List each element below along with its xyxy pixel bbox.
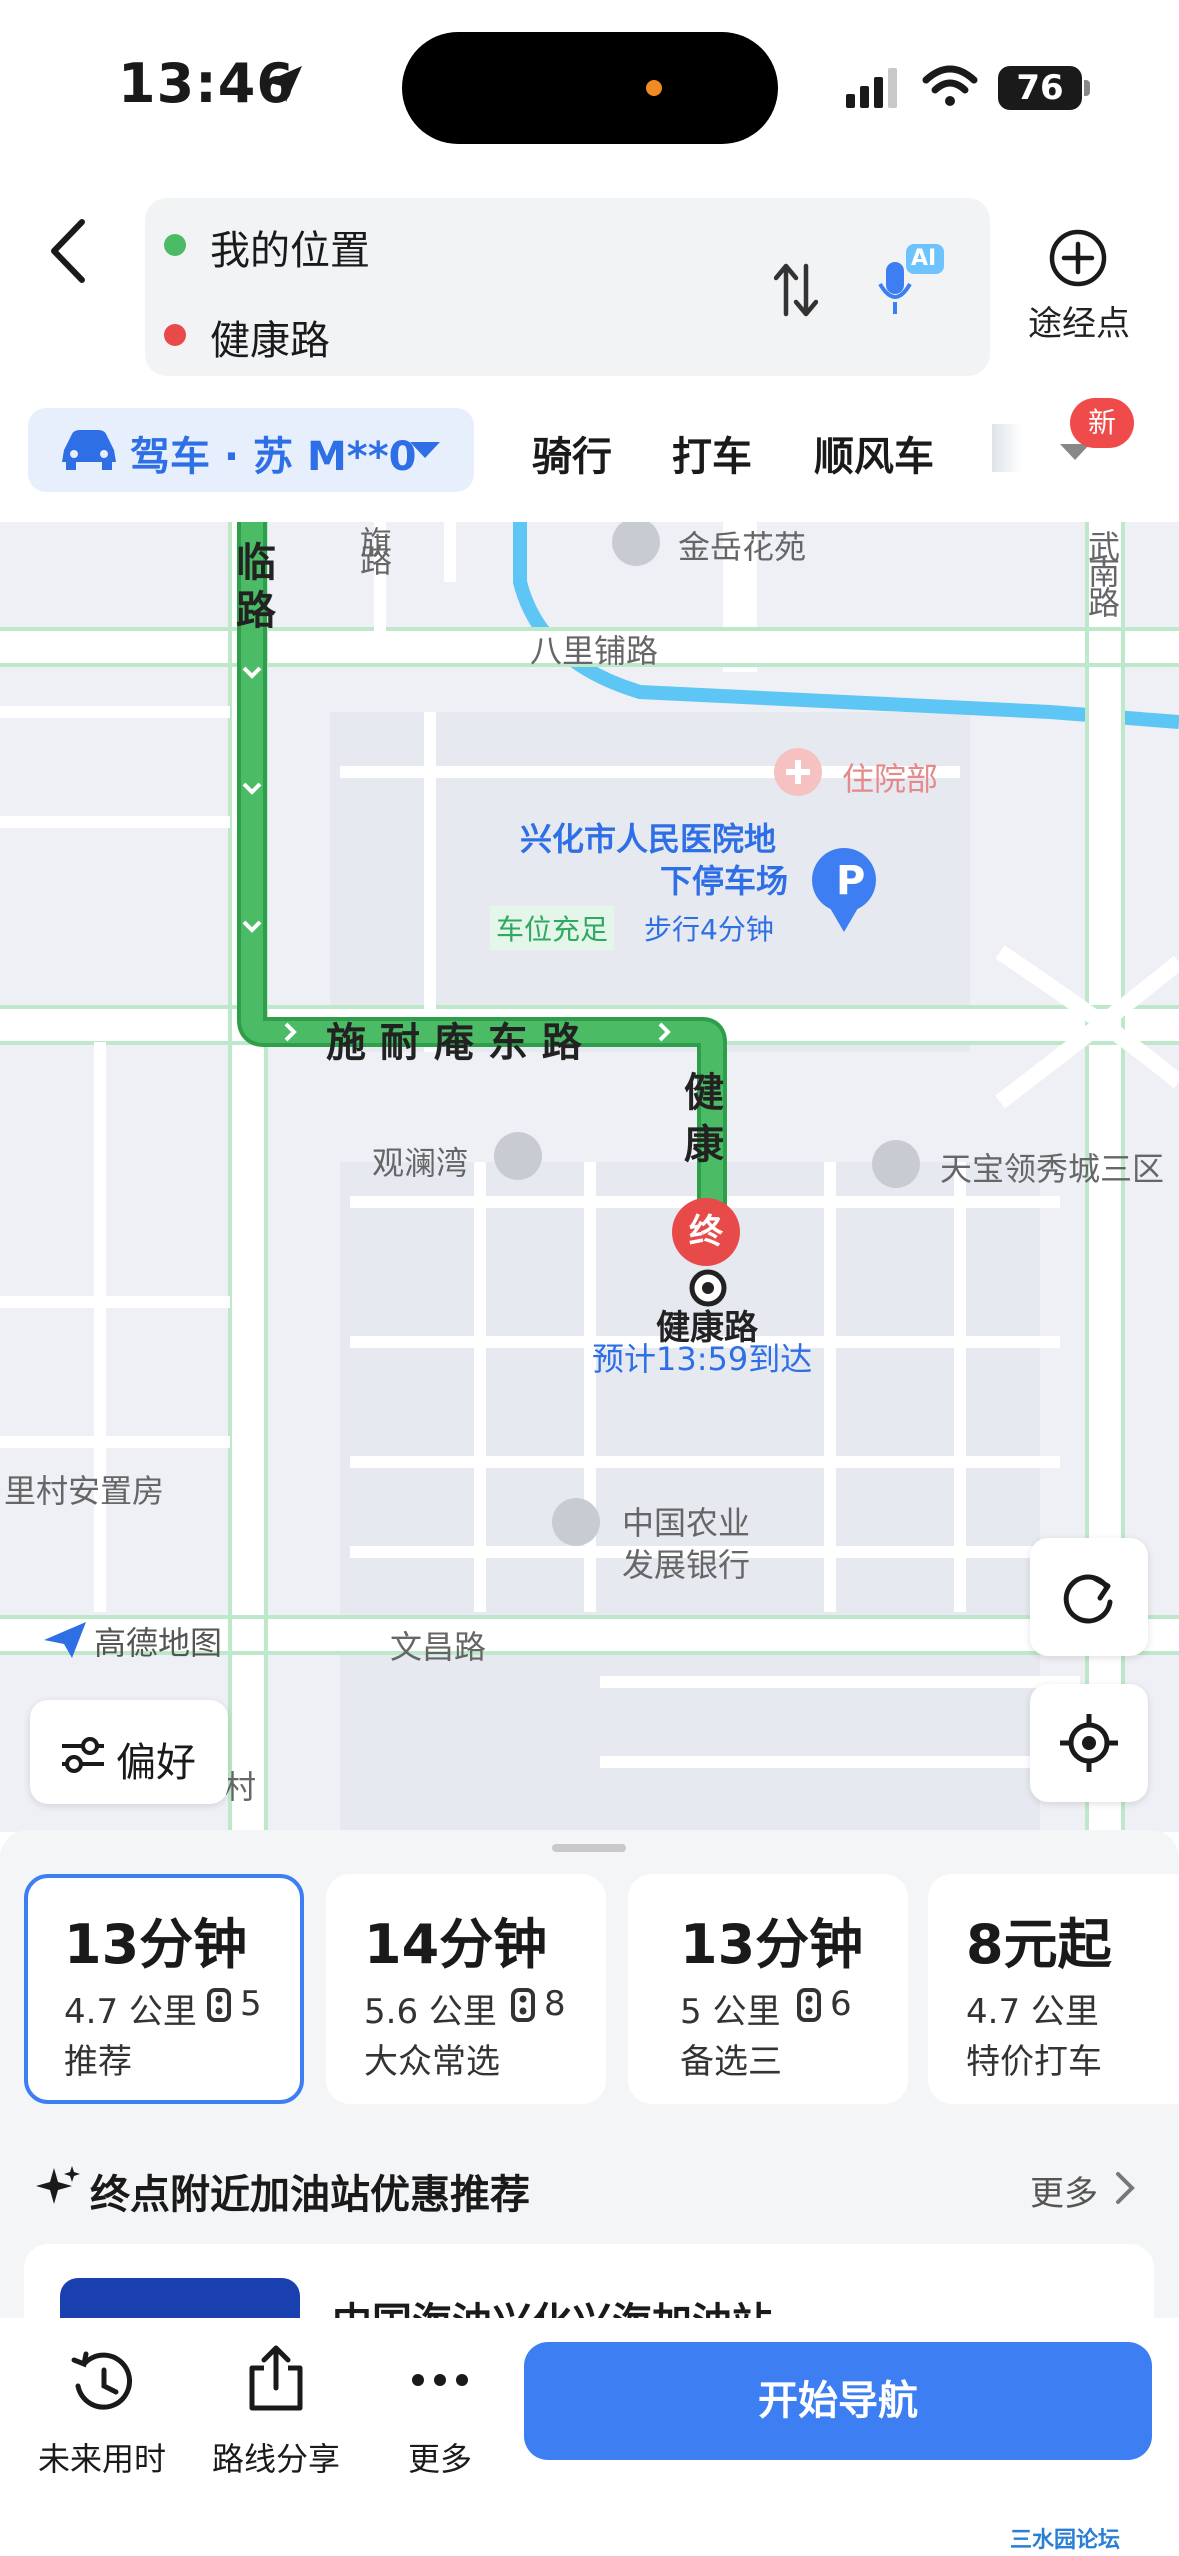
route-card-4-price: 8元起 xyxy=(966,1913,1112,1976)
car-icon xyxy=(62,430,116,470)
amap-logo-icon xyxy=(44,1622,86,1658)
parking-walk-time: 步行4分钟 xyxy=(644,913,774,946)
start-navigation-button[interactable]: 开始导航 xyxy=(524,2342,1152,2460)
preference-label: 偏好 xyxy=(116,1740,196,1786)
poi-bank-line1[interactable]: 中国农业 xyxy=(622,1498,750,1544)
swap-icon[interactable] xyxy=(774,262,818,318)
route-card-3-distance: 5 公里 xyxy=(680,1992,781,2032)
route-card-4-tag: 特价打车 xyxy=(966,2042,1102,2082)
road-label-kang: 康 xyxy=(684,1122,724,1168)
dynamic-island xyxy=(402,32,778,144)
parking-icon: P xyxy=(836,858,866,904)
route-card-1-distance: 4.7 公里 xyxy=(64,1992,197,2032)
drive-mode-label: 驾车 · 苏 M**0 xyxy=(130,434,417,480)
new-badge: 新 xyxy=(1070,398,1134,448)
future-time-button[interactable]: 未来用时 xyxy=(12,2434,192,2480)
traffic-light-icon xyxy=(207,1988,231,2022)
battery-indicator: 76 xyxy=(998,66,1082,110)
destination-field[interactable]: 健康路 xyxy=(210,308,330,366)
route-card-2-tag: 大众常选 xyxy=(364,2042,500,2082)
clock-icon[interactable] xyxy=(70,2350,136,2416)
add-waypoint-icon[interactable] xyxy=(1048,228,1108,288)
map-brand: 高德地图 xyxy=(94,1624,223,1662)
location-arrow-icon xyxy=(266,66,302,102)
road-label-lu: 路 xyxy=(236,588,276,634)
watermark-line1: 三水园论坛 xyxy=(1010,2528,1121,2553)
route-card-4-distance: 4.7 公里 xyxy=(966,1992,1099,2032)
poi-hospital-parking-line1[interactable]: 兴化市人民医院地 xyxy=(520,814,776,860)
road-label-jian: 健 xyxy=(684,1070,724,1116)
route-card-3-tag: 备选三 xyxy=(680,2042,782,2082)
poi-bank-line2[interactable]: 发展银行 xyxy=(622,1540,750,1586)
poi-inpatient[interactable]: 住院部 xyxy=(842,754,938,800)
back-icon[interactable] xyxy=(44,216,94,286)
sliders-icon xyxy=(62,1737,104,1773)
tab-overflow-fade xyxy=(992,424,1022,472)
route-card-2-lights: 8 xyxy=(544,1984,566,2024)
eta-label: 预计13:59到达 xyxy=(592,1340,813,1378)
sparkle-icon xyxy=(36,2166,80,2204)
wifi-icon xyxy=(922,65,978,106)
destination-dot xyxy=(164,324,186,346)
promo-title: 终点附近加油站优惠推荐 xyxy=(90,2172,530,2218)
poi-cun: 村 xyxy=(224,1768,257,1806)
sheet-grabber[interactable] xyxy=(552,1844,626,1852)
traffic-light-icon xyxy=(511,1988,535,2022)
map-view[interactable]: 临 路 旗 路 八里铺路 施 耐 庵 东 路 健 康 武 南 路 文昌路 金岳花… xyxy=(0,522,1179,1832)
parking-status: 车位充足 xyxy=(490,906,615,950)
road-label-qi-lu: 路 xyxy=(360,542,393,580)
poi-jinyue[interactable]: 金岳花苑 xyxy=(678,522,806,568)
add-waypoint-label[interactable]: 途经点 xyxy=(1020,296,1138,345)
poi-licun[interactable]: 里村安置房 xyxy=(4,1466,164,1512)
ai-label: AI xyxy=(911,246,937,271)
road-label-wenchang: 文昌路 xyxy=(390,1628,487,1666)
locate-icon xyxy=(1060,1714,1118,1772)
refresh-icon xyxy=(1063,1574,1113,1624)
road-label-wunan-lu: 路 xyxy=(1088,584,1121,622)
battery-tip xyxy=(1084,80,1090,96)
road-label-balipu: 八里铺路 xyxy=(530,632,659,670)
route-card-1-tag: 推荐 xyxy=(64,2042,132,2082)
route-card-1-time: 13分钟 xyxy=(64,1913,248,1976)
end-marker: 终 xyxy=(672,1198,740,1266)
poi-tianbao[interactable]: 天宝领秀城三区 xyxy=(940,1144,1164,1190)
chevron-right-icon[interactable] xyxy=(1114,2170,1136,2206)
route-card-2-distance: 5.6 公里 xyxy=(364,1992,497,2032)
traffic-light-icon xyxy=(797,1988,821,2022)
cellular-signal-icon xyxy=(846,68,897,108)
more-button[interactable]: 更多 xyxy=(350,2434,530,2480)
route-card-1-lights: 5 xyxy=(240,1984,262,2024)
route-card-3-lights: 6 xyxy=(830,1984,852,2024)
tab-cycling[interactable]: 骑行 xyxy=(532,424,612,482)
route-card-2-time: 14分钟 xyxy=(364,1913,548,1976)
route-card-3-time: 13分钟 xyxy=(680,1913,864,1976)
promo-more-link[interactable]: 更多 xyxy=(1030,2166,1098,2215)
recording-indicator xyxy=(646,80,662,96)
poi-guanlanwan[interactable]: 观澜湾 xyxy=(372,1138,468,1184)
poi-hospital-parking-line2[interactable]: 下停车场 xyxy=(660,856,788,902)
share-icon[interactable] xyxy=(244,2342,308,2412)
origin-field[interactable]: 我的位置 xyxy=(210,218,370,276)
origin-dot xyxy=(164,234,186,256)
tab-taxi[interactable]: 打车 xyxy=(672,424,752,482)
share-route-button[interactable]: 路线分享 xyxy=(186,2434,366,2480)
chevron-down-icon xyxy=(410,442,440,458)
road-label-shinaian: 施 耐 庵 东 路 xyxy=(326,1020,582,1066)
more-icon[interactable] xyxy=(410,2370,470,2390)
tab-carpool[interactable]: 顺风车 xyxy=(814,424,934,482)
